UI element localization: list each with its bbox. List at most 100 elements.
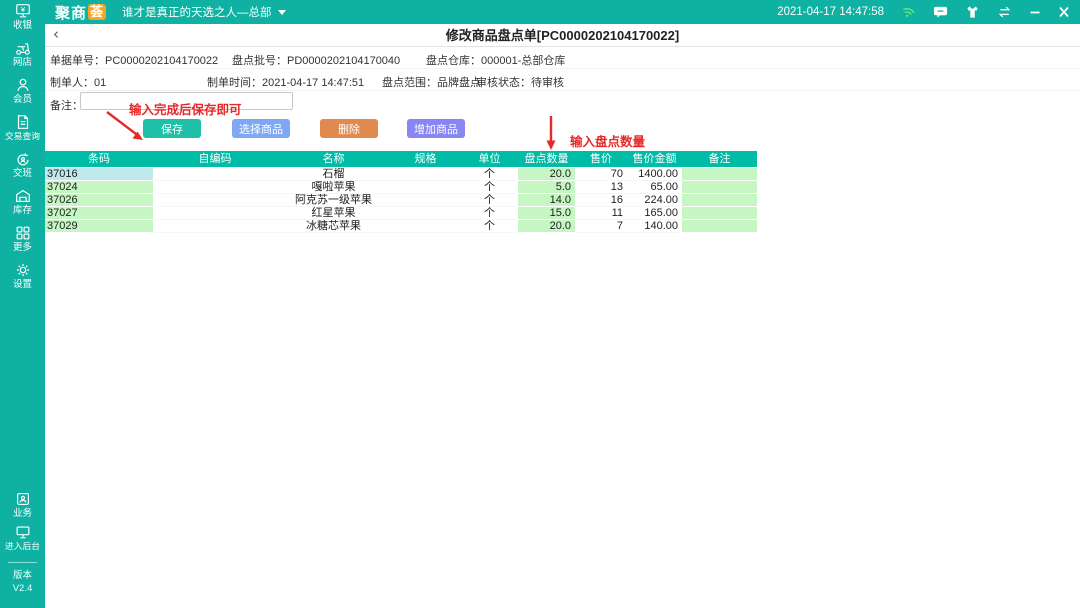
document-title-bar: ‹ 修改商品盘点单[PC0000202104170022] xyxy=(45,24,1080,47)
cell-remark[interactable] xyxy=(682,194,757,207)
col-unit: 单位 xyxy=(461,151,518,168)
annotation-save-hint: 输入完成后保存即可 xyxy=(129,99,242,118)
sidebar-item-label: 网店 xyxy=(0,57,45,69)
table-row[interactable]: 37027 红星苹果 个 15.0 11 165.00 xyxy=(45,207,757,220)
inventory-icon xyxy=(0,187,45,205)
cell-stock-qty[interactable]: 14.0 xyxy=(518,194,575,207)
member-icon xyxy=(0,76,45,94)
cell-stock-qty[interactable]: 5.0 xyxy=(518,181,575,194)
sidebar-item-settings[interactable]: 设置 xyxy=(0,261,45,291)
logo-text: 聚商 xyxy=(55,2,87,23)
cell-barcode[interactable]: 37024 xyxy=(45,181,153,194)
form-row-1: 单据单号：PC0000202104170022 盘点批号：PD000020210… xyxy=(45,47,1080,69)
cell-custom-code xyxy=(153,194,277,207)
store-selector-label: 谁才是真正的天选之人—总部 xyxy=(122,4,272,20)
table-row[interactable]: 37029 冰糖芯苹果 个 20.0 7 140.00 xyxy=(45,220,757,233)
table-row[interactable]: 37026 阿克苏一级苹果 个 14.0 16 224.00 xyxy=(45,194,757,207)
cell-stock-qty[interactable]: 15.0 xyxy=(518,207,575,220)
cell-spec xyxy=(390,207,461,220)
col-spec: 规格 xyxy=(390,151,461,168)
cell-stock-qty[interactable]: 20.0 xyxy=(518,168,575,181)
cell-name: 阿克苏一级苹果 xyxy=(277,194,390,207)
transaction-query-icon xyxy=(0,113,45,131)
annotation-qty-hint: 输入盘点数量 xyxy=(570,131,645,150)
cell-custom-code xyxy=(153,220,277,233)
sync-icon[interactable] xyxy=(997,5,1012,19)
col-price: 售价 xyxy=(575,151,627,168)
cell-barcode[interactable]: 37027 xyxy=(45,207,153,220)
business-icon xyxy=(0,490,45,508)
sidebar-item-transaction-query[interactable]: 交易查询 xyxy=(0,113,45,143)
version-number: V2.4 xyxy=(0,583,45,595)
col-barcode: 条码 xyxy=(45,151,153,168)
online-store-icon xyxy=(0,39,45,57)
sidebar-item-more[interactable]: 更多 xyxy=(0,224,45,254)
back-button[interactable]: ‹ xyxy=(53,25,59,43)
sidebar-item-label: 业务 xyxy=(0,508,45,520)
chevron-down-icon xyxy=(278,10,286,15)
settings-icon xyxy=(0,261,45,279)
cell-name: 冰糖芯苹果 xyxy=(277,220,390,233)
cell-amount: 65.00 xyxy=(627,181,682,194)
sidebar-item-label: 更多 xyxy=(0,242,45,254)
close-button[interactable] xyxy=(1058,5,1070,19)
message-icon[interactable] xyxy=(933,5,948,19)
cell-remark[interactable] xyxy=(682,168,757,181)
cell-remark[interactable] xyxy=(682,181,757,194)
sidebar-item-shift[interactable]: 交班 xyxy=(0,150,45,180)
table-row[interactable]: 37024 嘎啦苹果 个 5.0 13 65.00 xyxy=(45,181,757,194)
sidebar-item-business[interactable]: 业务 xyxy=(0,490,45,520)
minimize-button[interactable] xyxy=(1029,5,1041,19)
sidebar: ¥ 收银 网店 会员 xyxy=(0,0,45,608)
add-goods-button[interactable]: 增加商品 xyxy=(407,119,465,138)
version-label: 版本 xyxy=(0,570,45,582)
store-selector[interactable]: 谁才是真正的天选之人—总部 xyxy=(122,4,286,20)
cell-barcode[interactable]: 37029 xyxy=(45,220,153,233)
cell-name: 嘎啦苹果 xyxy=(277,181,390,194)
col-remark: 备注 xyxy=(682,151,757,168)
pos-app-window: ¥ 收银 网店 会员 xyxy=(0,0,1080,608)
cell-amount: 224.00 xyxy=(627,194,682,207)
sidebar-item-label: 设置 xyxy=(0,279,45,291)
cell-price: 13 xyxy=(575,181,627,194)
app-logo: 聚商荟 xyxy=(55,2,106,23)
cell-amount: 165.00 xyxy=(627,207,682,220)
remark-label: 备注： xyxy=(50,97,83,113)
delete-button[interactable]: 删除 xyxy=(320,119,378,138)
cell-stock-qty[interactable]: 20.0 xyxy=(518,220,575,233)
sidebar-item-online-store[interactable]: 网店 xyxy=(0,39,45,69)
sidebar-item-inventory[interactable]: 库存 xyxy=(0,187,45,217)
sidebar-item-label: 进入后台 xyxy=(2,541,43,552)
field-bill-no: 单据单号：PC0000202104170022 xyxy=(50,52,218,68)
sidebar-item-member[interactable]: 会员 xyxy=(0,76,45,106)
cell-custom-code xyxy=(153,181,277,194)
cell-barcode[interactable]: 37026 xyxy=(45,194,153,207)
cell-spec xyxy=(390,181,461,194)
sidebar-item-enter-backend[interactable]: 进入后台 xyxy=(0,523,45,553)
cell-price: 16 xyxy=(575,194,627,207)
cell-barcode[interactable]: 37016 xyxy=(45,168,153,181)
field-stocktake-warehouse: 盘点仓库：000001-总部仓库 xyxy=(426,52,565,68)
toolbar: 保存 选择商品 删除 增加商品 xyxy=(45,117,1080,145)
sidebar-item-cashier[interactable]: ¥ 收银 xyxy=(0,2,45,32)
form-row-2: 制单人：01 制单时间：2021-04-17 14:47:51 盘点范围：品牌盘… xyxy=(45,69,1080,91)
sidebar-item-label: 交易查询 xyxy=(2,131,43,142)
sidebar-item-label: 收银 xyxy=(0,20,45,32)
cell-remark[interactable] xyxy=(682,207,757,220)
shirt-icon[interactable] xyxy=(965,5,980,19)
cell-price: 7 xyxy=(575,220,627,233)
select-goods-button[interactable]: 选择商品 xyxy=(232,119,290,138)
col-custom-code: 自编码 xyxy=(153,151,277,168)
shift-icon xyxy=(0,150,45,168)
logo-badge: 荟 xyxy=(88,4,106,20)
cell-price: 11 xyxy=(575,207,627,220)
cashier-icon: ¥ xyxy=(0,2,45,20)
cell-remark[interactable] xyxy=(682,220,757,233)
field-stocktake-scope: 盘点范围：品牌盘点 xyxy=(382,74,481,90)
table-row[interactable]: 37016 石榴 个 20.0 70 1400.00 xyxy=(45,168,757,181)
cell-price: 70 xyxy=(575,168,627,181)
field-audit-status: 审核状态：待审核 xyxy=(476,74,564,90)
save-button[interactable]: 保存 xyxy=(143,119,201,138)
stocktake-table: 条码 自编码 名称 规格 单位 盘点数量 售价 售价金额 备注 37016 石榴… xyxy=(45,151,757,233)
sidebar-item-label: 库存 xyxy=(0,205,45,217)
